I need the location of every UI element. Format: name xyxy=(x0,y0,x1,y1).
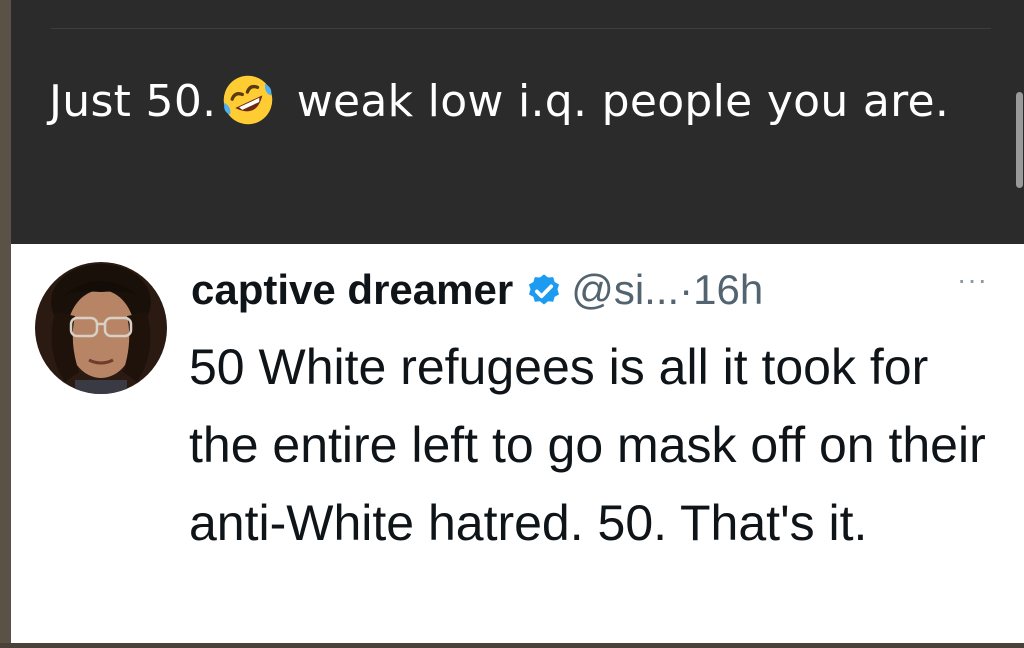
tweet-body: 50 White refugees is all it took for the… xyxy=(189,339,986,551)
comment-text: Just 50. weak low i.q. people you are. xyxy=(49,64,989,140)
bottom-edge xyxy=(0,643,1024,648)
reply-comment-panel: Just 50. weak low i.q. people you are. xyxy=(11,0,1024,244)
display-name[interactable]: captive dreamer xyxy=(191,266,513,313)
avatar-image xyxy=(35,262,167,394)
separator: · xyxy=(679,266,694,313)
more-options-icon[interactable]: ··· xyxy=(957,264,988,296)
comment-text-after: weak low i.q. people you are. xyxy=(282,76,950,127)
timestamp[interactable]: 16h xyxy=(693,266,763,313)
tweet-card[interactable]: captive dreamer @si...·16h ··· 50 White … xyxy=(11,244,1024,643)
tweet-header: captive dreamer @si...·16h xyxy=(191,264,763,316)
verified-badge-icon xyxy=(529,274,560,305)
rolling-on-the-floor-laughing-emoji-icon xyxy=(224,75,273,125)
scrollbar[interactable] xyxy=(1016,92,1023,188)
divider xyxy=(51,28,991,29)
handle[interactable]: @si... xyxy=(571,266,679,313)
avatar[interactable] xyxy=(35,262,167,394)
comment-text-before: Just 50. xyxy=(49,76,217,127)
